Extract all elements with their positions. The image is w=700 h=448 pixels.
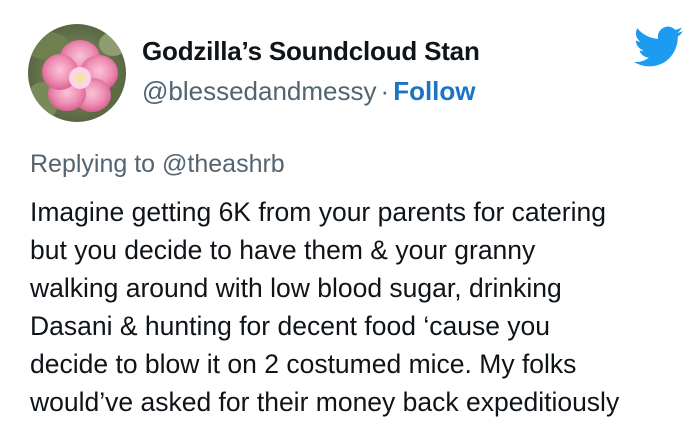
tweet-body-line: walking around with low blood sugar, dri… — [30, 273, 562, 303]
tweet-body: Imagine getting 6K from your parents for… — [30, 193, 695, 421]
replying-to-line: Replying to @theashrb — [30, 150, 285, 179]
follow-button[interactable]: Follow — [393, 76, 475, 106]
tweet-body-line: Dasani & hunting for decent food ‘cause … — [30, 311, 551, 341]
tweet-body-line: Imagine getting 6K from your parents for… — [30, 197, 606, 227]
twitter-bird-icon[interactable] — [634, 26, 684, 68]
tweet-body-line: decide to blow it on 2 costumed mice. My… — [30, 349, 577, 379]
author-display-name[interactable]: Godzilla’s Soundcloud Stan — [142, 36, 480, 67]
handle-separator: · — [380, 76, 390, 106]
tweet-card: Godzilla’s Soundcloud Stan @blessedandme… — [0, 0, 700, 448]
tweet-body-line: but you decide to have them & your grann… — [30, 235, 536, 265]
author-avatar[interactable] — [28, 24, 126, 122]
author-handle[interactable]: @blessedandmessy — [142, 76, 377, 106]
tweet-body-line: would’ve asked for their money back expe… — [30, 387, 620, 417]
replying-to-mention[interactable]: @theashrb — [162, 150, 285, 178]
replying-prefix: Replying to — [30, 150, 156, 178]
flower-avatar-image — [28, 24, 126, 122]
author-handle-row: @blessedandmessy · Follow — [142, 76, 476, 107]
